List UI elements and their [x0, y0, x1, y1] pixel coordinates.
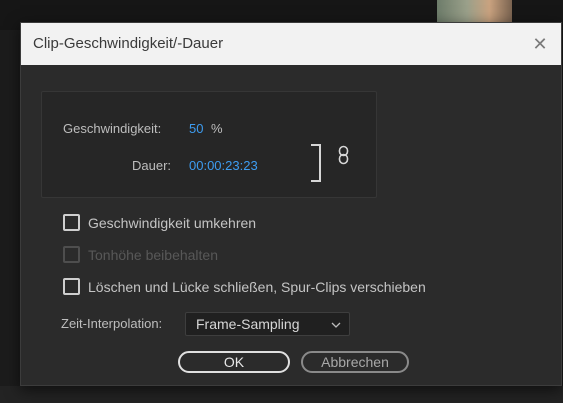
time-interpolation-value: Frame-Sampling — [196, 316, 300, 332]
speed-value-input[interactable]: 50 — [189, 121, 203, 136]
ok-button[interactable]: OK — [178, 351, 290, 373]
maintain-pitch-checkbox: Tonhöhe beibehalten — [63, 246, 218, 263]
link-icon[interactable] — [338, 145, 349, 170]
speed-label: Geschwindigkeit: — [63, 121, 162, 136]
time-interpolation-select[interactable]: Frame-Sampling — [185, 312, 350, 336]
checkbox-icon — [63, 246, 80, 263]
link-bracket — [311, 144, 321, 182]
ripple-edit-checkbox[interactable]: Löschen und Lücke schließen, Spur-Clips … — [63, 278, 426, 295]
cancel-button[interactable]: Abbrechen — [301, 351, 409, 373]
reverse-speed-label: Geschwindigkeit umkehren — [88, 214, 257, 231]
maintain-pitch-label: Tonhöhe beibehalten — [88, 246, 219, 263]
clip-speed-duration-dialog: Clip-Geschwindigkeit/-Dauer ✕ Geschwindi… — [20, 22, 562, 386]
time-interpolation-label: Zeit-Interpolation: — [61, 316, 163, 331]
background-app-left-panel — [0, 30, 22, 403]
speed-unit: % — [211, 121, 223, 136]
close-icon[interactable]: ✕ — [525, 29, 555, 59]
checkbox-icon — [63, 214, 80, 231]
dialog-title: Clip-Geschwindigkeit/-Dauer — [33, 35, 224, 52]
checkbox-icon — [63, 278, 80, 295]
background-app-bottom — [0, 386, 563, 403]
duration-label: Dauer: — [132, 158, 172, 173]
reverse-speed-checkbox[interactable]: Geschwindigkeit umkehren — [63, 214, 256, 231]
duration-value-input[interactable]: 00:00:23:23 — [189, 158, 258, 173]
ripple-edit-label: Löschen und Lücke schließen, Spur-Clips … — [88, 278, 426, 295]
chevron-down-icon — [331, 315, 341, 333]
speed-duration-group: Geschwindigkeit: 50 % Dauer: 00:00:23:23 — [41, 91, 377, 198]
dialog-titlebar: Clip-Geschwindigkeit/-Dauer ✕ — [21, 23, 561, 65]
